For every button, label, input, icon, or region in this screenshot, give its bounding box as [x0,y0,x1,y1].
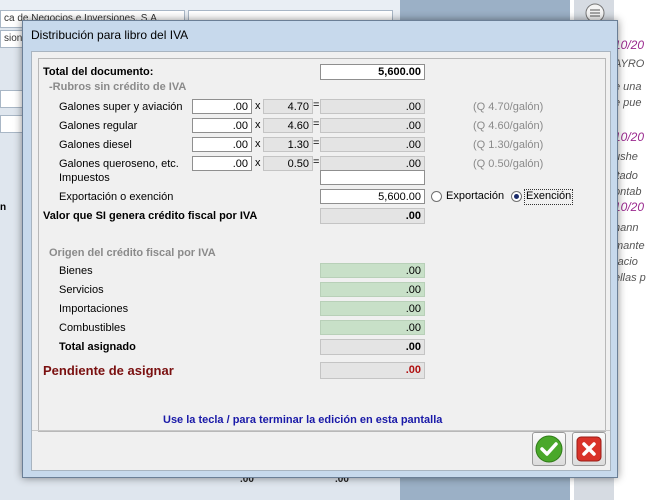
background-note-text: e una [614,81,642,93]
origen-value-field[interactable]: .00 [320,301,425,316]
cancel-button[interactable] [572,432,606,466]
dialog-client-area: Total del documento: 5,600.00 -Rubros si… [31,51,611,471]
equals-symbol: = [313,99,320,111]
background-note-date: 10/20 [614,130,645,144]
times-symbol: x [255,138,261,150]
equals-symbol: = [313,118,320,130]
iva-distribution-dialog: Distribución para libro del IVA Total de… [22,20,618,478]
impuestos-field[interactable] [320,170,425,185]
origen-value-field[interactable]: .00 [320,320,425,335]
total-document-label: Total del documento: [43,66,154,78]
form-panel: Total del documento: 5,600.00 -Rubros si… [38,58,606,432]
divider [32,430,610,431]
fuel-row-label: Galones queroseno, etc. [59,158,179,170]
background-note-text: mante [614,240,645,252]
cancel-x-icon [576,436,602,462]
fuel-gallons-field[interactable]: .00 [192,137,252,152]
export-exemption-field[interactable]: 5,600.00 [320,189,425,204]
impuestos-label: Impuestos [59,172,110,184]
origen-value-field[interactable]: .00 [320,282,425,297]
fuel-rate-field: 0.50 [263,156,313,171]
fuel-gallons-field[interactable]: .00 [192,118,252,133]
fuel-gallons-field[interactable]: .00 [192,99,252,114]
background-note-text: e pue [614,97,642,109]
accept-button[interactable] [532,432,566,466]
times-symbol: x [255,119,261,131]
fuel-rate-hint: (Q 1.30/galón) [473,139,544,151]
times-symbol: x [255,157,261,169]
valor-credito-field: .00 [320,208,425,224]
background-label: n [0,202,7,213]
focus-rectangle [524,189,573,205]
instruction-text: Use la tecla / para terminar la edición … [163,414,443,426]
pendiente-field: .00 [320,362,425,379]
background-note-text: ellas p [614,272,646,284]
origen-row-label: Bienes [59,265,93,277]
fuel-row-label: Galones regular [59,120,138,132]
rubros-header: -Rubros sin crédito de IVA [49,81,187,93]
background-note-text: ontab [614,186,642,198]
fuel-rate-field: 4.60 [263,118,313,133]
export-exemption-label: Exportación o exención [59,191,174,203]
origen-row-label: Importaciones [59,303,129,315]
times-symbol: x [255,100,261,112]
radio-exportacion[interactable] [431,191,442,202]
origen-row-label: Combustibles [59,322,126,334]
equals-symbol: = [313,156,320,168]
radio-exportacion-label[interactable]: Exportación [446,190,504,202]
pendiente-label: Pendiente de asignar [43,363,174,378]
fuel-rate-hint: (Q 4.60/galón) [473,120,544,132]
check-icon [535,435,563,463]
origen-value-field[interactable]: .00 [320,263,425,278]
fuel-rate-hint: (Q 0.50/galón) [473,158,544,170]
dialog-title: Distribución para libro del IVA [31,28,189,42]
origen-header: Origen del crédito fiscal por IVA [49,247,216,259]
origen-row-label: Servicios [59,284,104,296]
fuel-gallons-field[interactable]: .00 [192,156,252,171]
background-note-date: 10/20 [614,38,645,52]
fuel-rate-field: 4.70 [263,99,313,114]
total-asignado-label: Total asignado [59,341,136,353]
dialog-titlebar[interactable]: Distribución para libro del IVA [23,21,617,49]
fuel-result-field: .00 [320,118,425,133]
fuel-result-field: .00 [320,156,425,171]
fuel-result-field: .00 [320,99,425,114]
valor-credito-label: Valor que SI genera crédito fiscal por I… [43,210,258,222]
fuel-row-label: Galones diesel [59,139,132,151]
fuel-result-field: .00 [320,137,425,152]
fuel-rate-field: 1.30 [263,137,313,152]
total-asignado-field: .00 [320,339,425,355]
background-note-text: AYRO [614,58,645,70]
equals-symbol: = [313,137,320,149]
total-document-field[interactable]: 5,600.00 [320,64,425,80]
fuel-rate-hint: (Q 4.70/galón) [473,101,544,113]
background-note-date: 10/20 [614,200,645,214]
fuel-row-label: Galones super y aviación [59,101,183,113]
radio-exencion[interactable] [511,191,522,202]
